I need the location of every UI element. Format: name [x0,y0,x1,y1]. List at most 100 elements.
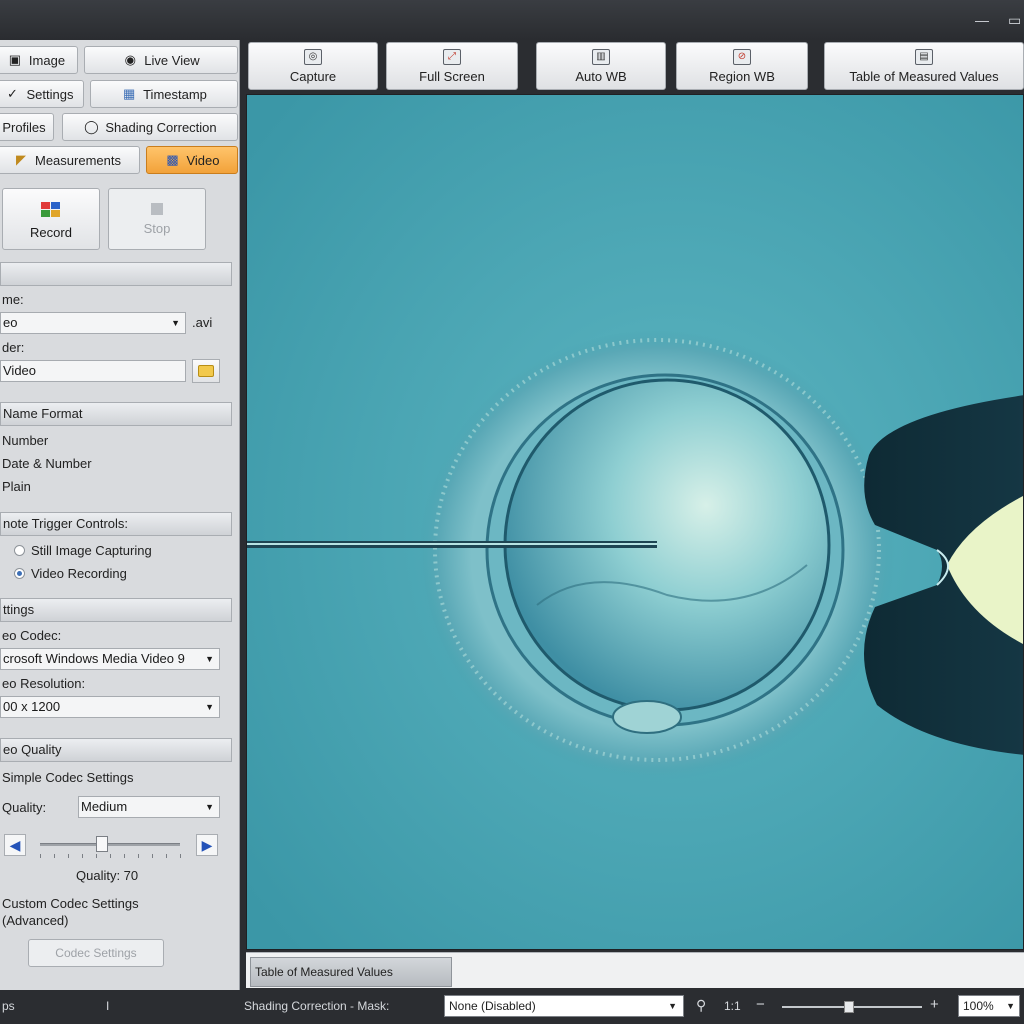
region-wb-button[interactable]: ⊘ Region WB [676,42,808,90]
chevron-down-icon: ▼ [668,1001,677,1011]
stop-button[interactable]: Stop [108,188,206,250]
tab-settings[interactable]: ✓ Settings [0,80,84,108]
slider-tick [96,854,97,858]
simple-codec-option[interactable]: Simple Codec Settings [2,770,134,785]
folder-icon [198,365,214,377]
codec-settings-button[interactable]: Codec Settings [28,939,164,967]
mask-value: None (Disabled) [449,999,536,1013]
table-of-measured-values-button[interactable]: ▤ Table of Measured Values [824,42,1024,90]
slider-tick [138,854,139,858]
file-name-label: me: [2,292,24,307]
folder-value: Video [3,363,37,378]
tab-timestamp[interactable]: ▦ Timestamp [90,80,238,108]
mask-dropdown[interactable]: None (Disabled) ▼ [444,995,684,1017]
tab-label: Settings [26,86,74,102]
folder-field[interactable]: Video [0,360,186,382]
capture-button[interactable]: ◎ Capture [248,42,378,90]
custom-codec-option[interactable]: Custom Codec Settings [2,896,139,911]
slider-thumb[interactable] [96,836,108,852]
tab-video[interactable]: ▩ Video [146,146,238,174]
quality-decrease-button[interactable]: ◀ [4,834,26,856]
region-wb-label: Region WB [709,68,775,84]
stop-label: Stop [143,220,171,236]
file-name-dropdown[interactable]: eo ▼ [0,312,186,334]
slider-tick [166,854,167,858]
chevron-down-icon: ▼ [205,702,214,712]
maximize-button[interactable]: ▭ [1008,12,1021,29]
file-section-header [0,262,232,286]
tab-shading-correction[interactable]: ◯ Shading Correction [62,113,238,141]
resolution-dropdown[interactable]: 00 x 1200 ▼ [0,696,220,718]
zoom-slider[interactable] [782,1001,922,1013]
record-button[interactable]: Record [2,188,100,250]
tab-measurements[interactable]: ◤ Measurements [0,146,140,174]
tab-table-of-measured-values[interactable]: Table of Measured Values [250,957,452,987]
minimize-button[interactable]: — [975,12,989,28]
image-viewer[interactable] [246,94,1024,950]
custom-codec-sublabel: (Advanced) [2,913,69,928]
status-left-text: ps [2,999,15,1013]
zoom-value: 100% [963,999,994,1013]
chevron-down-icon: ▼ [1006,1001,1015,1011]
chevron-down-icon: ▼ [171,318,180,328]
arrow-left-icon: ◀ [9,836,21,853]
still-image-radio[interactable]: Still Image Capturing [14,543,152,558]
tab-profiles[interactable]: Profiles [0,113,54,141]
stop-icon [151,202,163,215]
settings-title: ttings [3,602,35,617]
zoom-slider-thumb[interactable] [844,1001,854,1013]
quality-slider[interactable] [40,834,181,862]
file-extension: .avi [192,315,213,330]
quality-value: Medium [81,799,128,814]
zoom-out-icon[interactable]: − [756,996,765,1013]
zoom-dropdown[interactable]: 100% ▼ [958,995,1020,1017]
auto-wb-label: Auto WB [575,68,627,84]
full-screen-button[interactable]: ⤢ Full Screen [386,42,518,90]
tab-live-view[interactable]: ◉ Live View [84,46,238,74]
slider-tick [124,854,125,858]
name-format-option[interactable]: Number [2,433,48,448]
ruler-icon: ◤ [16,152,26,167]
tab-label: Video [186,152,220,168]
bottom-tab-strip: Table of Measured Values [246,952,1024,988]
title-bar: — ▭ [0,0,1024,40]
slider-tick [68,854,69,858]
resolution-value: 00 x 1200 [3,699,61,714]
chevron-down-icon: ▼ [205,802,214,812]
auto-wb-button[interactable]: ▥ Auto WB [536,42,666,90]
record-icon [41,201,60,217]
zoom-tool-icon[interactable]: ⚲ [696,997,706,1014]
record-label: Record [30,224,72,240]
video-recording-radio[interactable]: Video Recording [14,566,127,581]
slider-tick [82,854,83,858]
quality-dropdown[interactable]: Medium ▼ [78,796,220,818]
slider-tick [40,854,41,858]
zoom-ratio-button[interactable]: 1:1 [724,999,741,1013]
tab-label: Profiles [2,119,46,135]
name-format-header: Name Format [0,402,232,426]
quality-increase-button[interactable]: ▶ [196,834,218,856]
name-format-option[interactable]: Date & Number [2,456,92,471]
browse-folder-button[interactable] [192,359,220,383]
folder-label: der: [2,340,25,355]
settings-icon: ✓ [7,86,18,101]
codec-settings-label: Codec Settings [55,946,137,960]
slider-tick [180,854,181,858]
table-label: Table of Measured Values [849,68,999,84]
remote-trigger-title: note Trigger Controls: [3,516,129,531]
slider-tick [54,854,55,858]
resolution-label: eo Resolution: [2,676,86,691]
camera-icon: ◎ [304,48,322,65]
name-format-option[interactable]: Plain [2,479,31,494]
fullscreen-icon: ⤢ [443,48,461,65]
radio-label: Video Recording [31,566,127,581]
zoom-in-icon[interactable]: + [930,996,939,1013]
mask-label: Shading Correction - Mask: [244,999,390,1013]
tab-label: Measurements [35,152,121,168]
radio-selected-icon [14,568,25,579]
tab-image[interactable]: ▣ Image [0,46,78,74]
file-name-value: eo [3,315,18,330]
left-panel: ▣ Image ◉ Live View ✓ Settings ▦ Timestamp P… [0,40,240,990]
slider-track [40,843,180,846]
codec-dropdown[interactable]: crosoft Windows Media Video 9 ▼ [0,648,220,670]
